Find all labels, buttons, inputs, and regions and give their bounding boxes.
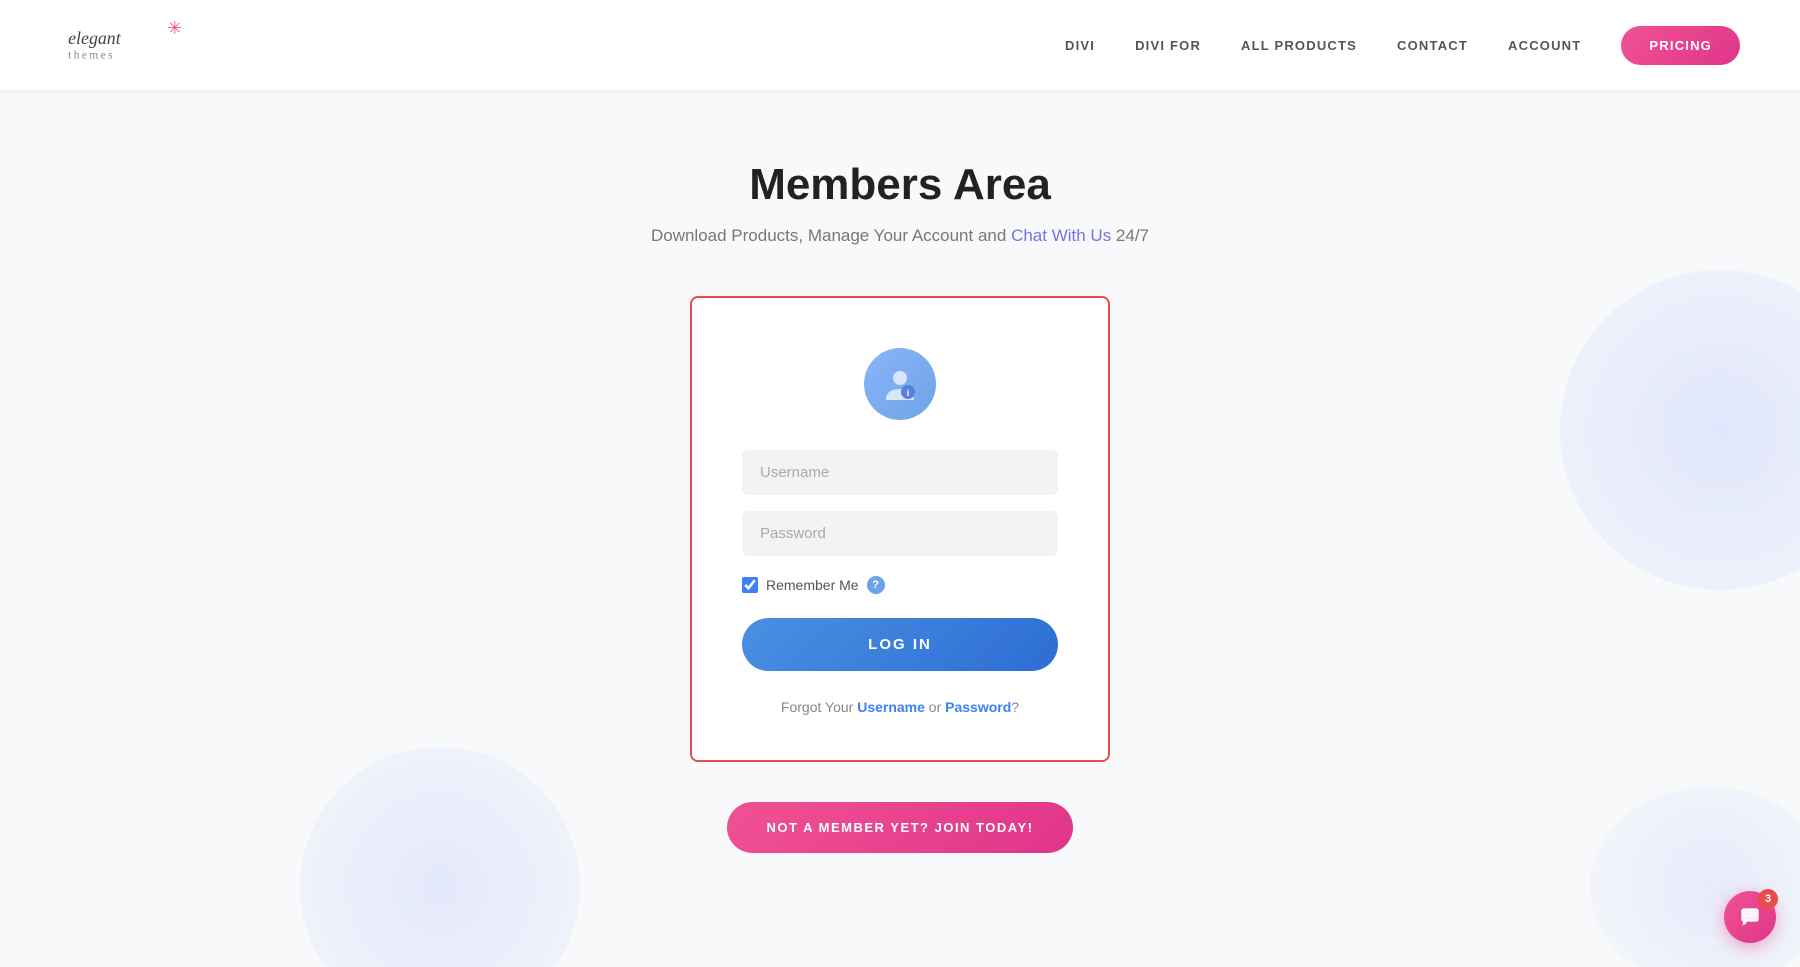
chat-icon [1738,905,1762,929]
chat-widget[interactable]: 3 [1724,891,1776,943]
nav-all-products[interactable]: ALL PRODUCTS [1241,38,1357,53]
page-subtitle: Download Products, Manage Your Account a… [651,226,1149,246]
forgot-password-link[interactable]: Password [945,699,1011,715]
nav-divi-for[interactable]: DIVI FOR [1135,38,1201,53]
logo[interactable]: elegant themes ✳ [60,18,190,73]
bg-blob-bottom-left [300,747,580,967]
forgot-username-link[interactable]: Username [857,699,925,715]
forgot-suffix: ? [1011,699,1019,715]
forgot-or: or [925,699,945,715]
main-nav: DIVI DIVI FOR ALL PRODUCTS CONTACT ACCOU… [1065,26,1740,65]
bg-blob-right [1560,270,1800,590]
svg-text:themes: themes [68,49,115,61]
bg-blob-bottom-right [1590,787,1800,967]
main-content: Members Area Download Products, Manage Y… [0,90,1800,967]
subtitle-suffix: 24/7 [1111,226,1149,245]
pricing-button[interactable]: PRICING [1621,26,1740,65]
login-card: i Remember Me ? LOG IN Forgot Your Usern… [690,296,1110,762]
remember-me-checkbox[interactable] [742,577,758,593]
nav-account[interactable]: ACCOUNT [1508,38,1581,53]
chat-badge: 3 [1758,889,1778,909]
remember-me-label: Remember Me [766,577,859,593]
svg-text:✳: ✳ [167,18,182,38]
subtitle-prefix: Download Products, Manage Your Account a… [651,226,1011,245]
join-button[interactable]: NOT A MEMBER YET? JOIN TODAY! [727,802,1074,853]
remember-help-icon[interactable]: ? [867,576,885,594]
login-button[interactable]: LOG IN [742,618,1058,671]
nav-divi[interactable]: DIVI [1065,38,1095,53]
password-input[interactable] [742,511,1058,556]
remember-row: Remember Me ? [742,576,1058,594]
nav-contact[interactable]: CONTACT [1397,38,1468,53]
forgot-prefix: Forgot Your [781,699,857,715]
user-avatar-icon: i [864,348,936,420]
username-input[interactable] [742,450,1058,495]
forgot-text: Forgot Your Username or Password? [781,699,1019,715]
site-header: elegant themes ✳ DIVI DIVI FOR ALL PRODU… [0,0,1800,90]
svg-text:i: i [907,388,910,398]
svg-text:elegant: elegant [68,27,122,47]
chat-link[interactable]: Chat With Us [1011,226,1111,245]
page-title: Members Area [749,160,1051,210]
